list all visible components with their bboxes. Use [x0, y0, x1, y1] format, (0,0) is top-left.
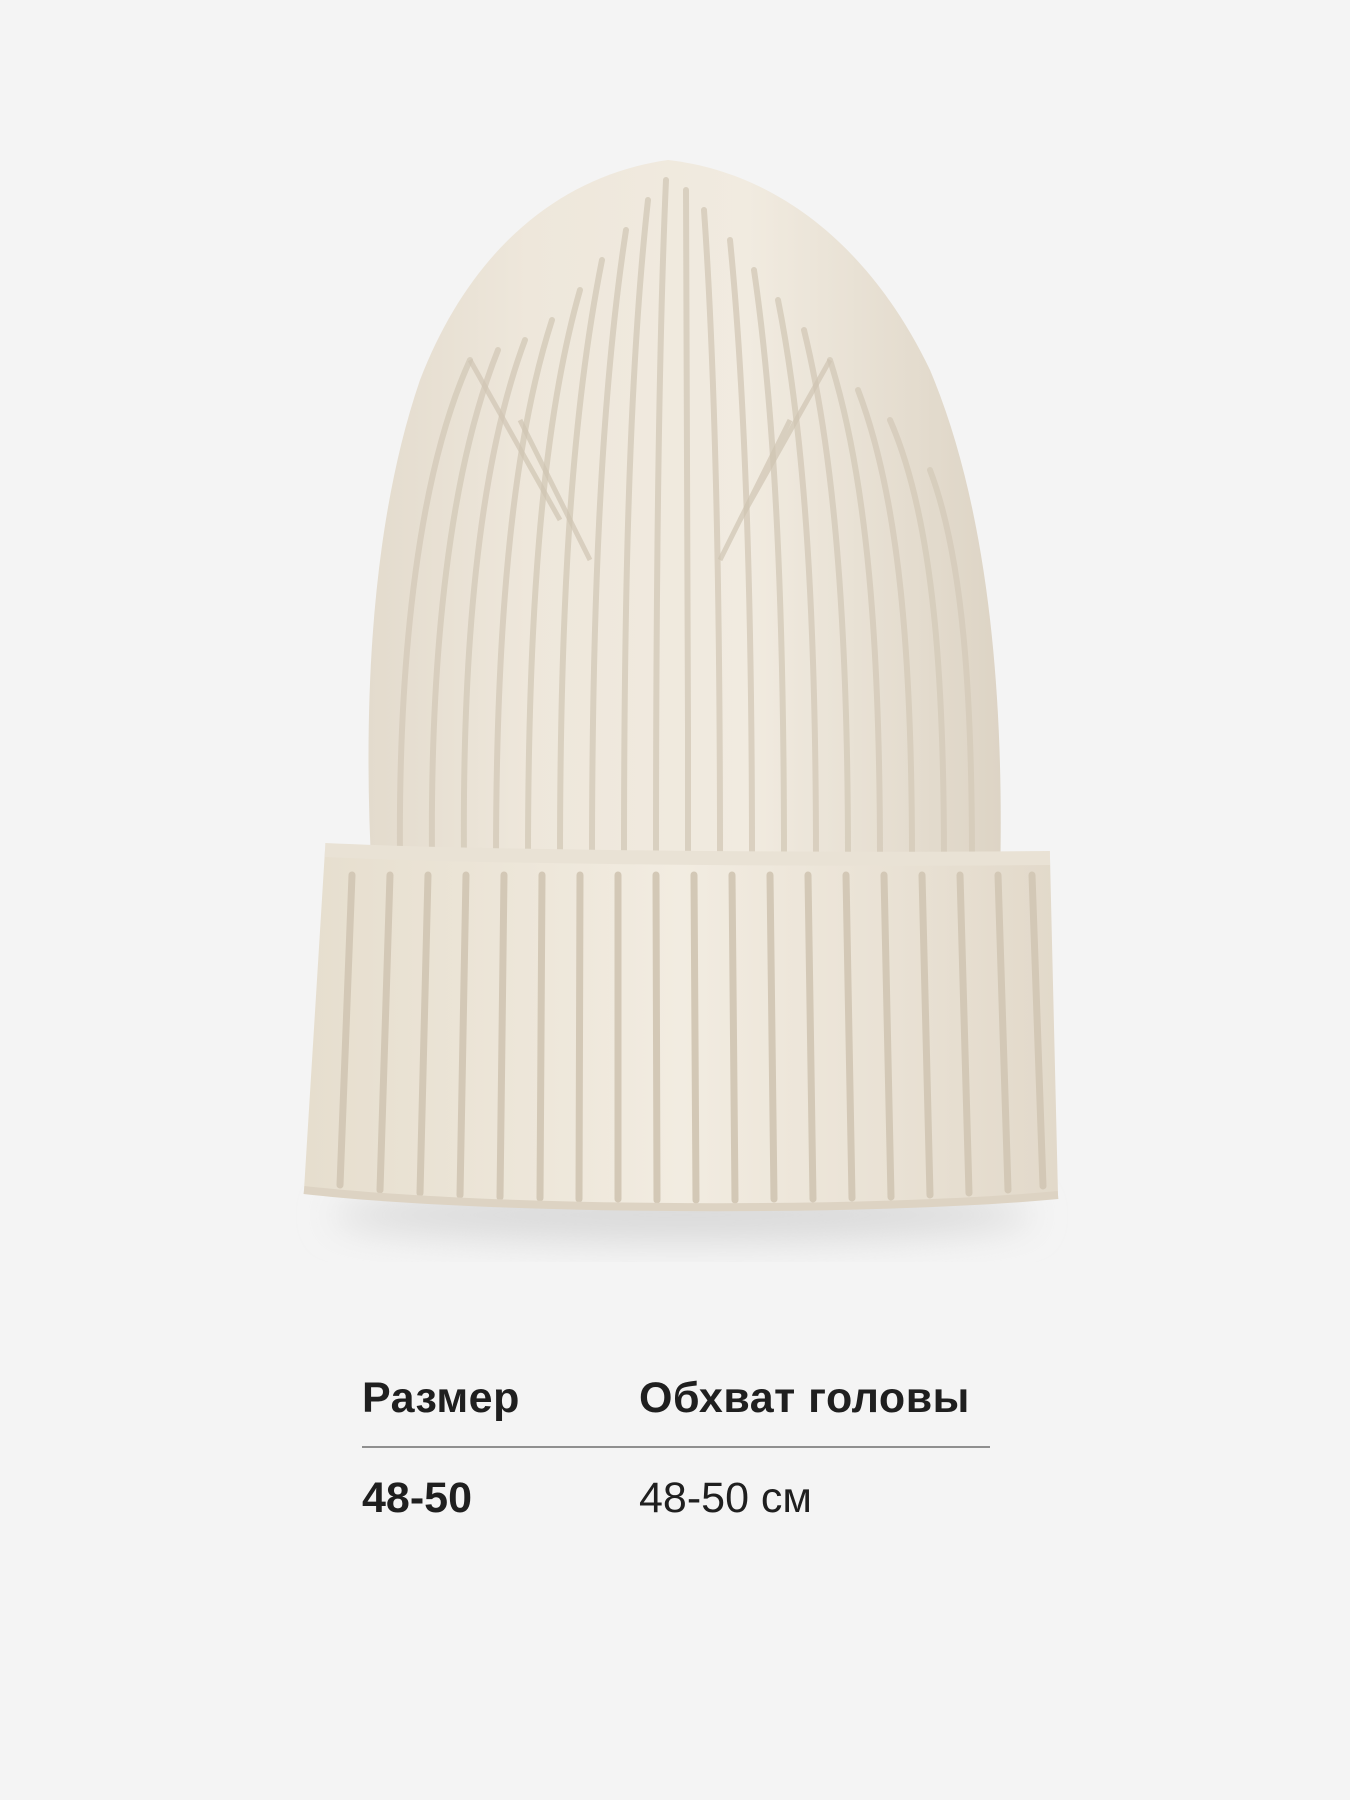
beanie-cuff	[304, 850, 1058, 1208]
size-column-header: Размер	[362, 1373, 520, 1422]
table-row: 48-50 48-50 см	[362, 1448, 990, 1548]
product-card: Размер Обхват головы 48-50 48-50 см	[0, 0, 1350, 1800]
girth-value: 48-50 см	[639, 1473, 812, 1522]
size-table-header: Размер Обхват головы	[362, 1350, 990, 1448]
size-value: 48-50	[362, 1473, 472, 1522]
size-table: Размер Обхват головы 48-50 48-50 см	[362, 1350, 990, 1548]
knit-beanie-icon	[303, 160, 1059, 1241]
girth-column-header: Обхват головы	[639, 1373, 970, 1422]
